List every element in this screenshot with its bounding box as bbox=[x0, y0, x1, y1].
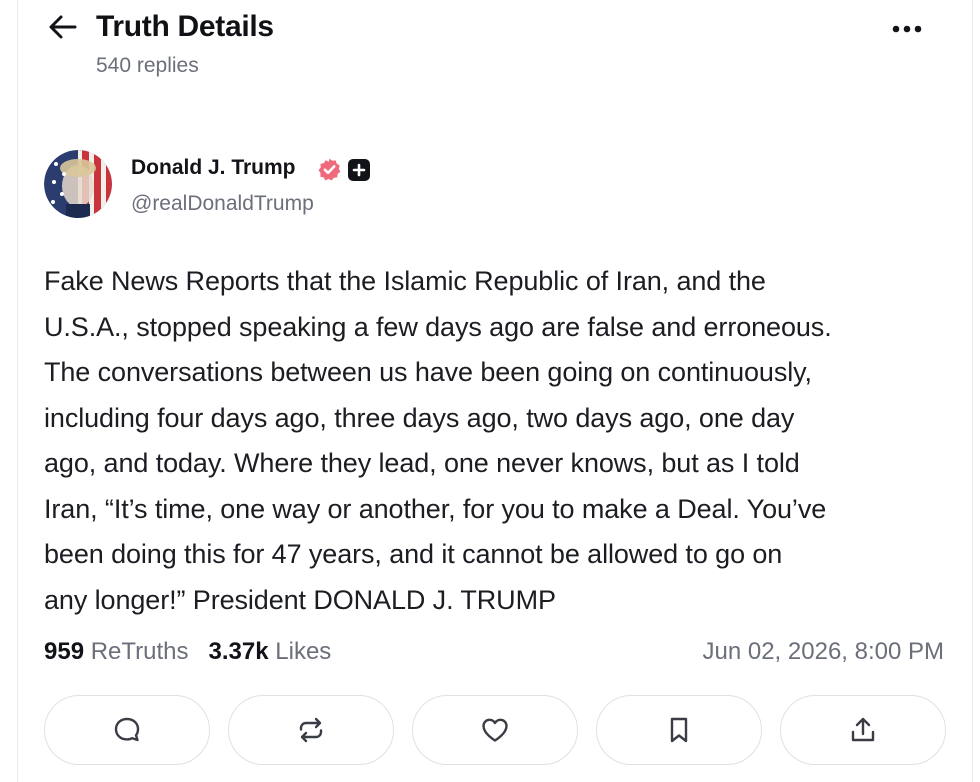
retruths-stat[interactable]: 959 ReTruths bbox=[44, 638, 189, 665]
retruth-button[interactable] bbox=[228, 695, 394, 765]
truth-details-page: Truth Details 540 replies Donald J. Trum… bbox=[0, 0, 980, 782]
likes-count: 3.37k bbox=[208, 638, 269, 665]
bookmark-button[interactable] bbox=[596, 695, 762, 765]
post-stats: 959 ReTruths 3.37k Likes bbox=[44, 638, 331, 666]
share-button[interactable] bbox=[780, 695, 946, 765]
arrow-left-icon bbox=[49, 15, 77, 39]
action-bar bbox=[0, 695, 980, 767]
more-horizontal-icon bbox=[892, 25, 922, 33]
left-divider bbox=[17, 0, 18, 782]
post-text: Fake News Reports that the Islamic Repub… bbox=[44, 266, 832, 615]
back-button[interactable] bbox=[46, 12, 80, 42]
avatar-image bbox=[44, 150, 112, 218]
retruths-label: ReTruths bbox=[90, 638, 189, 665]
verified-badge-icon bbox=[317, 157, 342, 182]
retruth-icon bbox=[299, 717, 323, 743]
retruths-count: 959 bbox=[44, 638, 85, 665]
like-button[interactable] bbox=[412, 695, 578, 765]
right-divider bbox=[972, 0, 973, 782]
more-options-button[interactable] bbox=[884, 14, 930, 44]
avatar[interactable] bbox=[44, 150, 112, 218]
likes-label: Likes bbox=[275, 638, 332, 665]
reply-button[interactable] bbox=[44, 695, 210, 765]
plus-badge-icon bbox=[348, 159, 370, 181]
author-name[interactable]: Donald J. Trump bbox=[131, 156, 296, 180]
bookmark-icon bbox=[670, 717, 688, 743]
likes-stat[interactable]: 3.37k Likes bbox=[209, 638, 332, 665]
post-timestamp: Jun 02, 2026, 8:00 PM bbox=[702, 638, 945, 665]
share-icon bbox=[851, 717, 875, 742]
page-title: Truth Details bbox=[96, 10, 274, 43]
reply-icon bbox=[114, 717, 140, 742]
replies-count: 540 replies bbox=[96, 54, 199, 77]
heart-icon bbox=[482, 718, 508, 742]
author-handle[interactable]: @realDonaldTrump bbox=[131, 192, 314, 216]
